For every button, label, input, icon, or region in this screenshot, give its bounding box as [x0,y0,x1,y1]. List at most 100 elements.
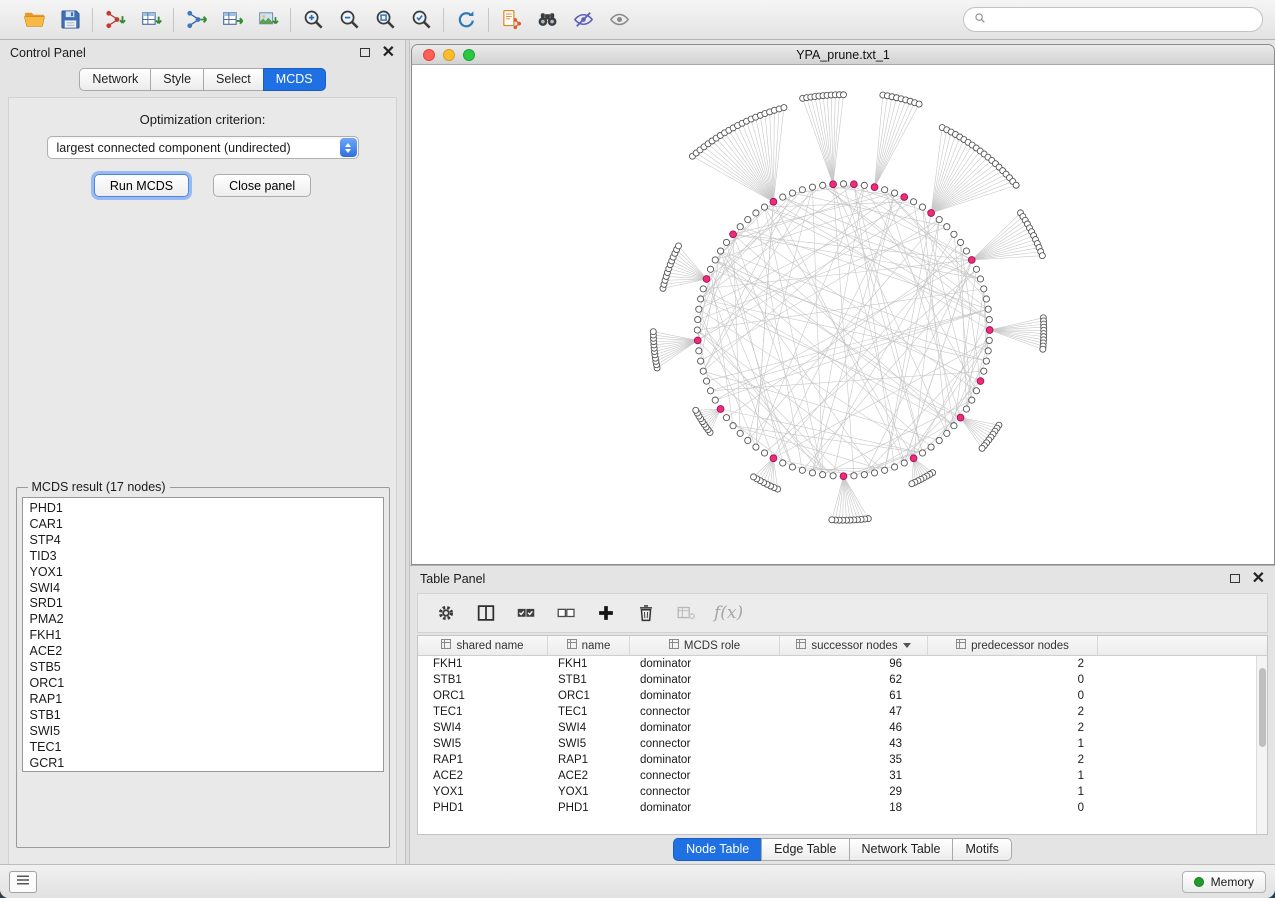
mcds-result-item[interactable]: ORC1 [30,676,383,692]
close-table-panel-icon[interactable]: ✕ [1252,573,1265,585]
column-label: successor nodes [811,640,897,652]
criterion-dropdown[interactable]: largest connected component (undirected) [47,136,359,159]
mcds-result-item[interactable]: PHD1 [30,501,383,517]
export-network-icon[interactable] [183,7,209,33]
table-cell: RAP1 [548,754,630,766]
zoom-out-icon[interactable] [336,7,362,33]
network-title-bar[interactable]: YPA_prune.txt_1 [412,45,1274,65]
mcds-result-item[interactable]: STP4 [30,533,383,549]
column-grid-icon [956,639,966,652]
panel-splitter[interactable] [405,40,410,864]
search-input[interactable] [992,13,1253,27]
table-row[interactable]: STB1STB1dominator620 [418,672,1267,688]
select-all-icon[interactable] [514,601,538,625]
mcds-result-item[interactable]: SRD1 [30,596,383,612]
table-cell: dominator [630,754,780,766]
mcds-result-item[interactable]: GCR1 [30,756,383,772]
window-minimize-button[interactable] [443,49,455,61]
float-panel-icon[interactable] [360,48,370,57]
table-row[interactable]: ACE2ACE2connector311 [418,768,1267,784]
import-table-disabled-icon[interactable] [674,601,698,625]
mcds-result-item[interactable]: STB5 [30,660,383,676]
window-zoom-button[interactable] [463,49,475,61]
table-cell: 18 [780,802,928,814]
save-icon[interactable] [57,7,83,33]
menu-button[interactable] [9,871,37,893]
mcds-result-item[interactable]: SWI4 [30,581,383,597]
run-mcds-button[interactable]: Run MCDS [94,174,189,197]
close-panel-button[interactable]: Close panel [213,174,311,197]
table-cell: 96 [780,658,928,670]
tab-network-table[interactable]: Network Table [849,838,953,861]
table-row[interactable]: SWI4SWI4dominator462 [418,720,1267,736]
tab-edge-table[interactable]: Edge Table [761,838,848,861]
table-row[interactable]: YOX1YOX1connector291 [418,784,1267,800]
export-image-icon[interactable] [255,7,281,33]
function-builder-button[interactable]: f(x) [714,603,743,623]
table-cell: 2 [928,706,1098,718]
mcds-result-item[interactable]: ACE2 [30,644,383,660]
mcds-result-item[interactable]: SWI5 [30,724,383,740]
mcds-result-box: MCDS result (17 nodes) PHD1CAR1STP4TID3Y… [16,480,390,848]
find-icon[interactable] [534,7,560,33]
scrollbar-thumb[interactable] [1259,668,1266,746]
network-canvas[interactable] [412,65,1274,564]
mcds-result-item[interactable]: TEC1 [30,740,383,756]
control-panel-title: Control Panel [10,46,86,60]
open-folder-icon[interactable] [21,7,47,33]
zoom-selected-icon[interactable] [408,7,434,33]
network-title: YPA_prune.txt_1 [412,48,1274,62]
mcds-result-item[interactable]: STB1 [30,708,383,724]
tab-node-table[interactable]: Node Table [673,838,761,861]
float-table-panel-icon[interactable] [1230,574,1240,583]
table-row[interactable]: TEC1TEC1connector472 [418,704,1267,720]
table-row[interactable]: ORC1ORC1dominator610 [418,688,1267,704]
hide-icon[interactable] [570,7,596,33]
table-cell: dominator [630,690,780,702]
column-grid-icon [567,639,577,652]
tab-style[interactable]: Style [150,68,203,91]
mcds-result-item[interactable]: FKH1 [30,628,383,644]
memory-button[interactable]: Memory [1182,871,1266,893]
table-row[interactable]: FKH1FKH1dominator962 [418,656,1267,672]
search-box[interactable] [963,7,1263,32]
refresh-layout-icon[interactable] [453,7,479,33]
column-header-name[interactable]: name [548,636,630,655]
eye-icon[interactable] [606,7,632,33]
tab-motifs[interactable]: Motifs [952,838,1011,861]
delete-row-icon[interactable] [634,601,658,625]
deselect-all-icon[interactable] [554,601,578,625]
mcds-result-item[interactable]: CAR1 [30,517,383,533]
column-header-predecessor-nodes[interactable]: predecessor nodes [928,636,1098,655]
add-row-icon[interactable] [594,601,618,625]
window-close-button[interactable] [423,49,435,61]
column-header-successor-nodes[interactable]: successor nodes [780,636,928,655]
tab-network[interactable]: Network [79,68,150,91]
share-document-icon[interactable] [498,7,524,33]
network-graph[interactable] [412,65,1274,564]
column-header-shared-name[interactable]: shared name [418,636,548,655]
tab-mcds[interactable]: MCDS [263,68,326,91]
import-table-icon[interactable] [138,7,164,33]
table-row[interactable]: SWI5SWI5connector431 [418,736,1267,752]
table-scrollbar[interactable] [1256,656,1267,834]
tab-select[interactable]: Select [203,68,263,91]
close-panel-icon[interactable]: ✕ [382,47,395,59]
table-row[interactable]: RAP1RAP1dominator352 [418,752,1267,768]
column-header-MCDS-role[interactable]: MCDS role [630,636,780,655]
export-table-icon[interactable] [219,7,245,33]
table-row[interactable]: PHD1PHD1dominator180 [418,800,1267,816]
mcds-result-item[interactable]: YOX1 [30,565,383,581]
table-cell: 31 [780,770,928,782]
mcds-result-list[interactable]: PHD1CAR1STP4TID3YOX1SWI4SRD1PMA2FKH1ACE2… [22,497,384,772]
mcds-result-item[interactable]: TID3 [30,549,383,565]
zoom-in-icon[interactable] [300,7,326,33]
mcds-result-item[interactable]: PMA2 [30,612,383,628]
import-network-icon[interactable] [102,7,128,33]
right-area: YPA_prune.txt_1 Table Panel ✕ f(x [410,40,1275,864]
mcds-result-item[interactable]: RAP1 [30,692,383,708]
gear-icon[interactable] [434,601,458,625]
zoom-fit-icon[interactable] [372,7,398,33]
columns-icon[interactable] [474,601,498,625]
table-cell: 47 [780,706,928,718]
